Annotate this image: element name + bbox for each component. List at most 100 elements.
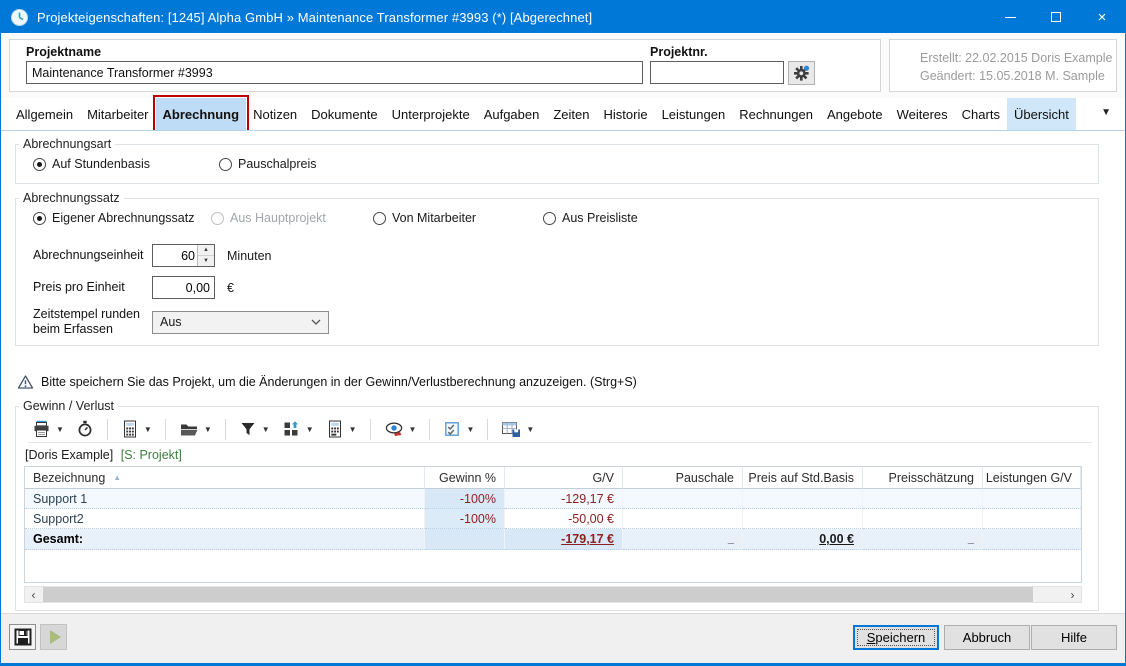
scroll-right-icon[interactable]: › (1064, 587, 1081, 602)
sum-calculator-icon (326, 420, 344, 438)
radio-auf-stundenbasis[interactable]: Auf Stundenbasis (33, 157, 219, 171)
scroll-left-icon[interactable]: ‹ (25, 587, 42, 602)
cell-row1-leistungen[interactable] (983, 489, 1081, 509)
radio-aus-preisliste[interactable]: Aus Preisliste (543, 211, 638, 225)
timer-button[interactable] (72, 418, 98, 440)
cell-row2-gewinn[interactable]: -100% (425, 509, 505, 529)
modified-text: Geändert: 15.05.2018 M. Sample (920, 67, 1116, 85)
dropdown-caret-icon[interactable]: ▼ (409, 425, 417, 434)
tab-abrechnung[interactable]: Abrechnung (156, 98, 247, 130)
combo-value: Aus (160, 315, 182, 329)
tab-aufgaben[interactable]: Aufgaben (477, 98, 547, 130)
minimize-button[interactable] (987, 1, 1033, 33)
dropdown-caret-icon[interactable]: ▼ (306, 425, 314, 434)
column-header-gewinn[interactable]: Gewinn % (425, 467, 505, 489)
checklist-button[interactable]: ▼ (439, 418, 478, 440)
gewinn-verlust-groupbox: Gewinn / Verlust ▼ (15, 399, 1099, 611)
cell-row2-gv[interactable]: -50,00 € (505, 509, 623, 529)
radio-pauschalpreis[interactable]: Pauschalpreis (219, 157, 317, 171)
project-nr-input[interactable] (650, 61, 784, 84)
sum-button[interactable]: ▼ (322, 418, 361, 440)
dropdown-caret-icon[interactable]: ▼ (262, 425, 270, 434)
tab-dokumente[interactable]: Dokumente (304, 98, 384, 130)
dropdown-caret-icon[interactable]: ▼ (204, 425, 212, 434)
column-header-preis-std[interactable]: Preis auf Std.Basis (743, 467, 863, 489)
project-nr-settings-button[interactable] (788, 61, 815, 85)
grouping-button[interactable]: ▼ (278, 418, 318, 440)
tab-unterprojekte[interactable]: Unterprojekte (385, 98, 477, 130)
dropdown-caret-icon[interactable]: ▼ (144, 425, 152, 434)
column-header-pauschale[interactable]: Pauschale (623, 467, 743, 489)
tab-rechnungen[interactable]: Rechnungen (732, 98, 820, 130)
tab-mitarbeiter[interactable]: Mitarbeiter (80, 98, 155, 130)
abbruch-button[interactable]: Abbruch (944, 625, 1030, 650)
table-empty-area (25, 550, 1081, 583)
spin-up-icon[interactable]: ▲ (198, 245, 214, 255)
table-save-icon (501, 420, 521, 438)
cell-row1-gv[interactable]: -129,17 € (505, 489, 623, 509)
column-header-gv[interactable]: G/V (505, 467, 623, 489)
tab-weiteres[interactable]: Weiteres (890, 98, 955, 130)
abrechnungseinheit-stepper[interactable]: ▲ ▼ (152, 244, 215, 267)
zeitstempel-runden-label: Zeitstempel runden beim Erfassen (33, 307, 152, 337)
radio-dot (211, 212, 224, 225)
column-header-preisschaetzung[interactable]: Preisschätzung (863, 467, 983, 489)
cell-row2-pauschale[interactable] (623, 509, 743, 529)
cell-row1-bezeichnung[interactable]: Support 1 (25, 489, 425, 509)
tab-uebersicht[interactable]: Übersicht (1007, 98, 1076, 130)
column-header-bezeichnung[interactable]: Bezeichnung ▲ (25, 467, 425, 489)
dropdown-caret-icon[interactable]: ▼ (466, 425, 474, 434)
cell-row2-preis-std[interactable] (743, 509, 863, 529)
dropdown-caret-icon[interactable]: ▼ (56, 425, 64, 434)
abrechnungseinheit-input[interactable] (153, 245, 197, 266)
radio-von-mitarbeiter[interactable]: Von Mitarbeiter (373, 211, 543, 225)
tab-leistungen[interactable]: Leistungen (655, 98, 733, 130)
tab-allgemein[interactable]: Allgemein (9, 98, 80, 130)
column-header-leistungen-gv[interactable]: Leistungen G/V (983, 467, 1081, 489)
speichern-button[interactable]: Speichern (853, 625, 939, 650)
created-text: Erstellt: 22.02.2015 Doris Example (920, 49, 1116, 67)
preis-pro-einheit-input[interactable] (152, 276, 215, 299)
maximize-button[interactable] (1033, 1, 1079, 33)
scrollbar-thumb[interactable] (43, 587, 1033, 602)
cell-total-gv: -179,17 € (505, 529, 623, 550)
tab-notizen[interactable]: Notizen (246, 98, 304, 130)
open-button[interactable]: ▼ (175, 418, 216, 440)
header-strip: Projektname Projektnr. (1, 33, 1125, 98)
radio-dot (543, 212, 556, 225)
preview-button[interactable]: ▼ (380, 418, 421, 440)
project-nr-label: Projektnr. (650, 45, 708, 59)
cell-row1-pauschale[interactable] (623, 489, 743, 509)
radio-eigener-abrechnungssatz[interactable]: Eigener Abrechnungssatz (33, 211, 211, 225)
tab-historie[interactable]: Historie (597, 98, 655, 130)
cell-row2-bezeichnung[interactable]: Support2 (25, 509, 425, 529)
tab-charts[interactable]: Charts (955, 98, 1007, 130)
gewinn-verlust-legend: Gewinn / Verlust (19, 399, 118, 413)
project-ident-box: Projektname Projektnr. (9, 39, 881, 92)
hilfe-button[interactable]: Hilfe (1031, 625, 1117, 650)
print-button[interactable]: ▼ (28, 418, 68, 440)
cell-row1-preis-std[interactable] (743, 489, 863, 509)
tab-zeiten[interactable]: Zeiten (546, 98, 596, 130)
zeitstempel-runden-select[interactable]: Aus (152, 311, 329, 334)
quick-save-button[interactable] (9, 624, 36, 650)
tab-overflow-button[interactable]: ▼ (1101, 107, 1111, 118)
cell-row1-preisschaetzung[interactable] (863, 489, 983, 509)
cell-row2-leistungen[interactable] (983, 509, 1081, 529)
cell-row1-gewinn[interactable]: -100% (425, 489, 505, 509)
dropdown-caret-icon[interactable]: ▼ (349, 425, 357, 434)
minuten-suffix: Minuten (227, 249, 271, 263)
filter-button[interactable]: ▼ (235, 418, 274, 440)
close-button[interactable]: × (1079, 1, 1125, 33)
dropdown-caret-icon[interactable]: ▼ (526, 425, 534, 434)
tab-angebote[interactable]: Angebote (820, 98, 890, 130)
project-name-input[interactable] (26, 61, 643, 84)
run-button[interactable] (40, 624, 67, 650)
calculate-button[interactable]: ▼ (117, 418, 156, 440)
cell-row2-preisschaetzung[interactable] (863, 509, 983, 529)
table-export-button[interactable]: ▼ (497, 418, 538, 440)
printer-icon (32, 420, 51, 438)
spin-down-icon[interactable]: ▼ (198, 255, 214, 266)
horizontal-scrollbar[interactable]: ‹ › (24, 586, 1082, 603)
scope-user: [Doris Example] (25, 448, 113, 462)
